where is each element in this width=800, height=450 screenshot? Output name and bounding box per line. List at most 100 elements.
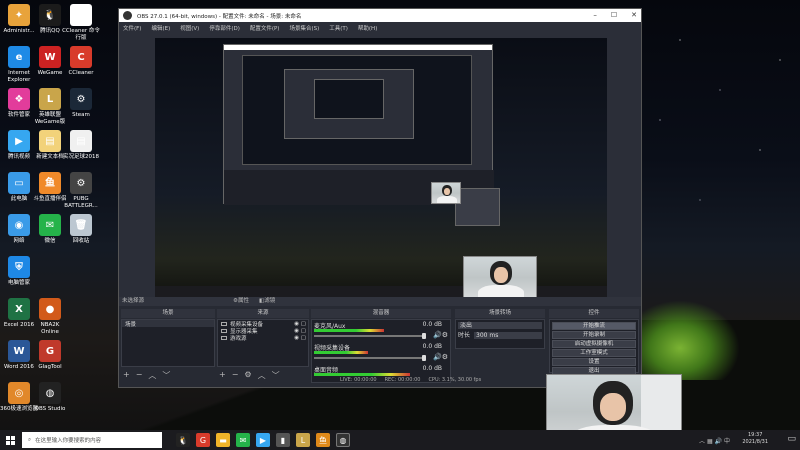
desktop-icon[interactable]: ⛨ 电脑管家 bbox=[0, 256, 38, 287]
menu-tools[interactable]: 工具(T) bbox=[329, 24, 348, 32]
app-icon: ◍ bbox=[39, 382, 61, 404]
volume-knob[interactable] bbox=[422, 333, 426, 339]
desktop-icon[interactable]: ● NBA2K Online bbox=[31, 298, 69, 336]
move-up-icon[interactable]: ︿ bbox=[258, 370, 266, 381]
menu-profile[interactable]: 配置文件(P) bbox=[250, 24, 280, 32]
menu-help[interactable]: 帮助(H) bbox=[358, 24, 377, 32]
video-icon[interactable]: ▶ bbox=[256, 433, 270, 447]
maximize-icon[interactable]: ☐ bbox=[611, 9, 617, 22]
speaker-icon[interactable]: 🔊⚙ bbox=[433, 331, 448, 339]
wechat-icon[interactable]: ✉ bbox=[236, 433, 250, 447]
sources-tools: + − ⚙ ︿ ﹀ bbox=[219, 370, 280, 381]
menu-edit[interactable]: 编辑(E) bbox=[151, 24, 170, 32]
volume-icon[interactable]: 🔊 bbox=[715, 438, 722, 445]
app-icon: e bbox=[8, 46, 30, 68]
controls-dock-title: 控件 bbox=[549, 309, 639, 318]
volume-slider[interactable] bbox=[314, 357, 426, 359]
app-icon: ◎ bbox=[8, 382, 30, 404]
desktop-icon[interactable]: 🗑 回收站 bbox=[62, 214, 100, 245]
app-icon: L bbox=[39, 88, 61, 110]
eye-icon: ◉ ▢ bbox=[294, 320, 306, 327]
desktop-icon-label: 电脑管家 bbox=[7, 280, 30, 286]
start-button[interactable] bbox=[0, 430, 20, 450]
ime-icon[interactable]: 中 bbox=[724, 438, 730, 445]
desktop-icon-label: CCleaner bbox=[68, 70, 94, 76]
volume-slider[interactable] bbox=[314, 335, 426, 337]
preview-webcam bbox=[463, 256, 537, 298]
start-streaming-button[interactable]: 开始推流 bbox=[552, 322, 636, 330]
obs-logo-icon bbox=[123, 11, 132, 20]
windows-icon bbox=[5, 435, 15, 445]
eye-icon: ◉ ▢ bbox=[294, 327, 306, 334]
move-down-icon[interactable]: ﹀ bbox=[272, 370, 280, 381]
add-source-icon[interactable]: + bbox=[219, 370, 226, 381]
app-icon: ▤ bbox=[39, 130, 61, 152]
live-status: LIVE: 00:00:00 bbox=[340, 377, 377, 383]
tray-chevron-icon[interactable]: ︿ bbox=[699, 438, 705, 445]
obs-status-bar: LIVE: 00:00:00 REC: 00:00:00 CPU: 3.1%, … bbox=[340, 377, 481, 383]
obs-preview[interactable] bbox=[155, 38, 607, 298]
menu-file[interactable]: 文件(F) bbox=[123, 24, 141, 32]
desktop-icon-label: 回收站 bbox=[72, 238, 90, 244]
clock[interactable]: 19:37 2021/8/31 bbox=[742, 432, 768, 446]
desktop-icon[interactable]: ⚙ Steam bbox=[62, 88, 100, 119]
virtual-camera-button[interactable]: 启动虚拟摄像机 bbox=[552, 340, 636, 348]
desktop-icon[interactable]: ⚙ PUBG BATTLEGR... bbox=[62, 172, 100, 210]
douyu-icon[interactable]: 鱼 bbox=[316, 433, 330, 447]
remove-scene-icon[interactable]: − bbox=[136, 370, 143, 381]
transition-select[interactable]: 淡出 bbox=[458, 322, 542, 329]
settings-button[interactable]: 设置 bbox=[552, 358, 636, 366]
source-item[interactable]: 游戏源 ◉ ▢ bbox=[218, 334, 308, 342]
desktop-icon[interactable]: C CCleaner bbox=[62, 46, 100, 77]
sources-list[interactable]: 视频采集设备 ◉ ▢ 显示器采集 ◉ ▢ 游戏源 ◉ ▢ bbox=[217, 319, 309, 367]
desktop-icon[interactable]: G GlagTool bbox=[31, 340, 69, 371]
source-settings-icon[interactable]: ⚙ bbox=[244, 370, 251, 381]
properties-button[interactable]: ⚙属性 bbox=[233, 297, 249, 306]
taskbar-search[interactable]: ⌕ 在这里输入你要搜索的内容 bbox=[22, 432, 162, 448]
obs-title-bar[interactable]: OBS 27.0.1 (64-bit, windows) - 配置文件: 未命名… bbox=[119, 9, 641, 22]
desktop-icon-label: Steam bbox=[72, 112, 90, 118]
menu-scene-collection[interactable]: 场景集合(S) bbox=[289, 24, 319, 32]
menu-docks[interactable]: 停靠部件(D) bbox=[209, 24, 240, 32]
eye-icon: ◉ ▢ bbox=[294, 334, 306, 341]
notification-icon[interactable]: ▭ bbox=[787, 434, 796, 444]
network-icon[interactable]: ▦ bbox=[707, 438, 713, 445]
volume-knob[interactable] bbox=[422, 355, 426, 361]
mixer-channel: 桌面音频 0.0 dB bbox=[314, 365, 442, 376]
duration-input[interactable]: 300 ms bbox=[474, 332, 542, 339]
taskbar: ⌕ 在这里输入你要搜索的内容 🐧 G ▬ ✉ ▶ ▮ L 鱼 ◍ ︿ ▦ 🔊 中… bbox=[0, 430, 800, 450]
desktop-icon[interactable]: ◍ OBS Studio bbox=[31, 382, 69, 413]
lol-icon[interactable]: L bbox=[296, 433, 310, 447]
desktop-icon-label: PUBG BATTLEGR... bbox=[64, 196, 98, 209]
speaker-icon[interactable]: 🔊⚙ bbox=[433, 353, 448, 361]
studio-mode-button[interactable]: 工作室模式 bbox=[552, 349, 636, 357]
app-icon: W bbox=[39, 46, 61, 68]
google-icon[interactable]: G bbox=[196, 433, 210, 447]
desktop-icon[interactable]: ▤ 实况足球2018 bbox=[62, 130, 100, 161]
menu-view[interactable]: 视图(V) bbox=[180, 24, 199, 32]
app-icon: ❖ bbox=[8, 88, 30, 110]
scenes-list[interactable]: 场景 bbox=[121, 319, 215, 367]
scene-item[interactable]: 场景 bbox=[122, 320, 214, 328]
add-scene-icon[interactable]: + bbox=[123, 370, 130, 381]
filters-button[interactable]: ◧滤镜 bbox=[259, 297, 275, 306]
close-icon[interactable]: ✕ bbox=[631, 9, 637, 22]
obs-window[interactable]: OBS 27.0.1 (64-bit, windows) - 配置文件: 未命名… bbox=[118, 8, 642, 388]
mixer-channel: 视频采集设备 0.0 dB 🔊⚙ bbox=[314, 343, 448, 361]
app-icon: ▤ bbox=[70, 130, 92, 152]
folder-icon[interactable]: ▬ bbox=[216, 433, 230, 447]
start-recording-button[interactable]: 开始录制 bbox=[552, 331, 636, 339]
qq-icon[interactable]: 🐧 bbox=[176, 433, 190, 447]
app-icon: ▤ bbox=[70, 4, 92, 26]
desktop-icon[interactable]: ▤ CCleaner 命令行版 bbox=[62, 4, 100, 42]
app-icon: ▶ bbox=[8, 130, 30, 152]
app-icon: 🗑 bbox=[70, 214, 92, 236]
remove-source-icon[interactable]: − bbox=[232, 370, 239, 381]
minimize-icon[interactable]: – bbox=[593, 9, 597, 22]
desktop-icon-label: 实况足球2018 bbox=[63, 154, 99, 160]
app-icon[interactable]: ▮ bbox=[276, 433, 290, 447]
mixer-dock-title: 混音器 bbox=[311, 309, 451, 318]
move-up-icon[interactable]: ︿ bbox=[148, 370, 156, 381]
obs-taskbar-icon[interactable]: ◍ bbox=[336, 433, 350, 447]
move-down-icon[interactable]: ﹀ bbox=[162, 370, 170, 381]
